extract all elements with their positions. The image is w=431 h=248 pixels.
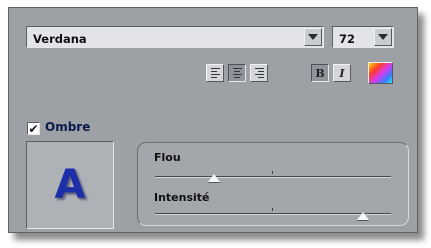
align-center-icon xyxy=(232,67,242,79)
intensity-slider-tick xyxy=(272,208,273,211)
bold-button[interactable]: B xyxy=(311,64,329,82)
blur-slider-tick xyxy=(272,171,273,174)
blur-slider-track[interactable] xyxy=(155,176,391,178)
intensity-slider-thumb[interactable] xyxy=(356,212,369,220)
font-size-select[interactable]: 72 xyxy=(332,26,394,48)
italic-button[interactable]: I xyxy=(333,64,351,82)
blur-label: Flou xyxy=(154,151,181,164)
font-family-value: Verdana xyxy=(33,32,87,46)
align-right-button[interactable] xyxy=(250,64,268,82)
shadow-sliders-group: Flou Intensité xyxy=(137,142,409,226)
intensity-slider-track[interactable] xyxy=(155,213,391,215)
font-size-dropdown-button[interactable] xyxy=(374,28,392,46)
align-left-icon xyxy=(210,67,220,79)
align-left-button[interactable] xyxy=(206,64,224,82)
shadow-preview: A xyxy=(26,141,114,229)
blur-slider-thumb[interactable] xyxy=(208,174,220,182)
color-picker-button[interactable] xyxy=(368,62,393,84)
align-right-icon xyxy=(254,67,264,79)
intensity-label: Intensité xyxy=(154,191,210,204)
chevron-down-icon xyxy=(378,34,388,40)
align-center-button[interactable] xyxy=(228,64,246,82)
font-size-value: 72 xyxy=(339,32,356,46)
shadow-label: Ombre xyxy=(45,120,91,134)
font-family-dropdown-button[interactable] xyxy=(304,28,322,46)
shadow-checkbox[interactable]: ✔ xyxy=(27,122,40,135)
preview-letter: A xyxy=(54,162,86,208)
font-family-select[interactable]: Verdana xyxy=(26,26,324,48)
text-properties-panel: Verdana 72 B I ✔ Ombre A Flou Intensité xyxy=(8,7,418,233)
chevron-down-icon xyxy=(308,34,318,40)
